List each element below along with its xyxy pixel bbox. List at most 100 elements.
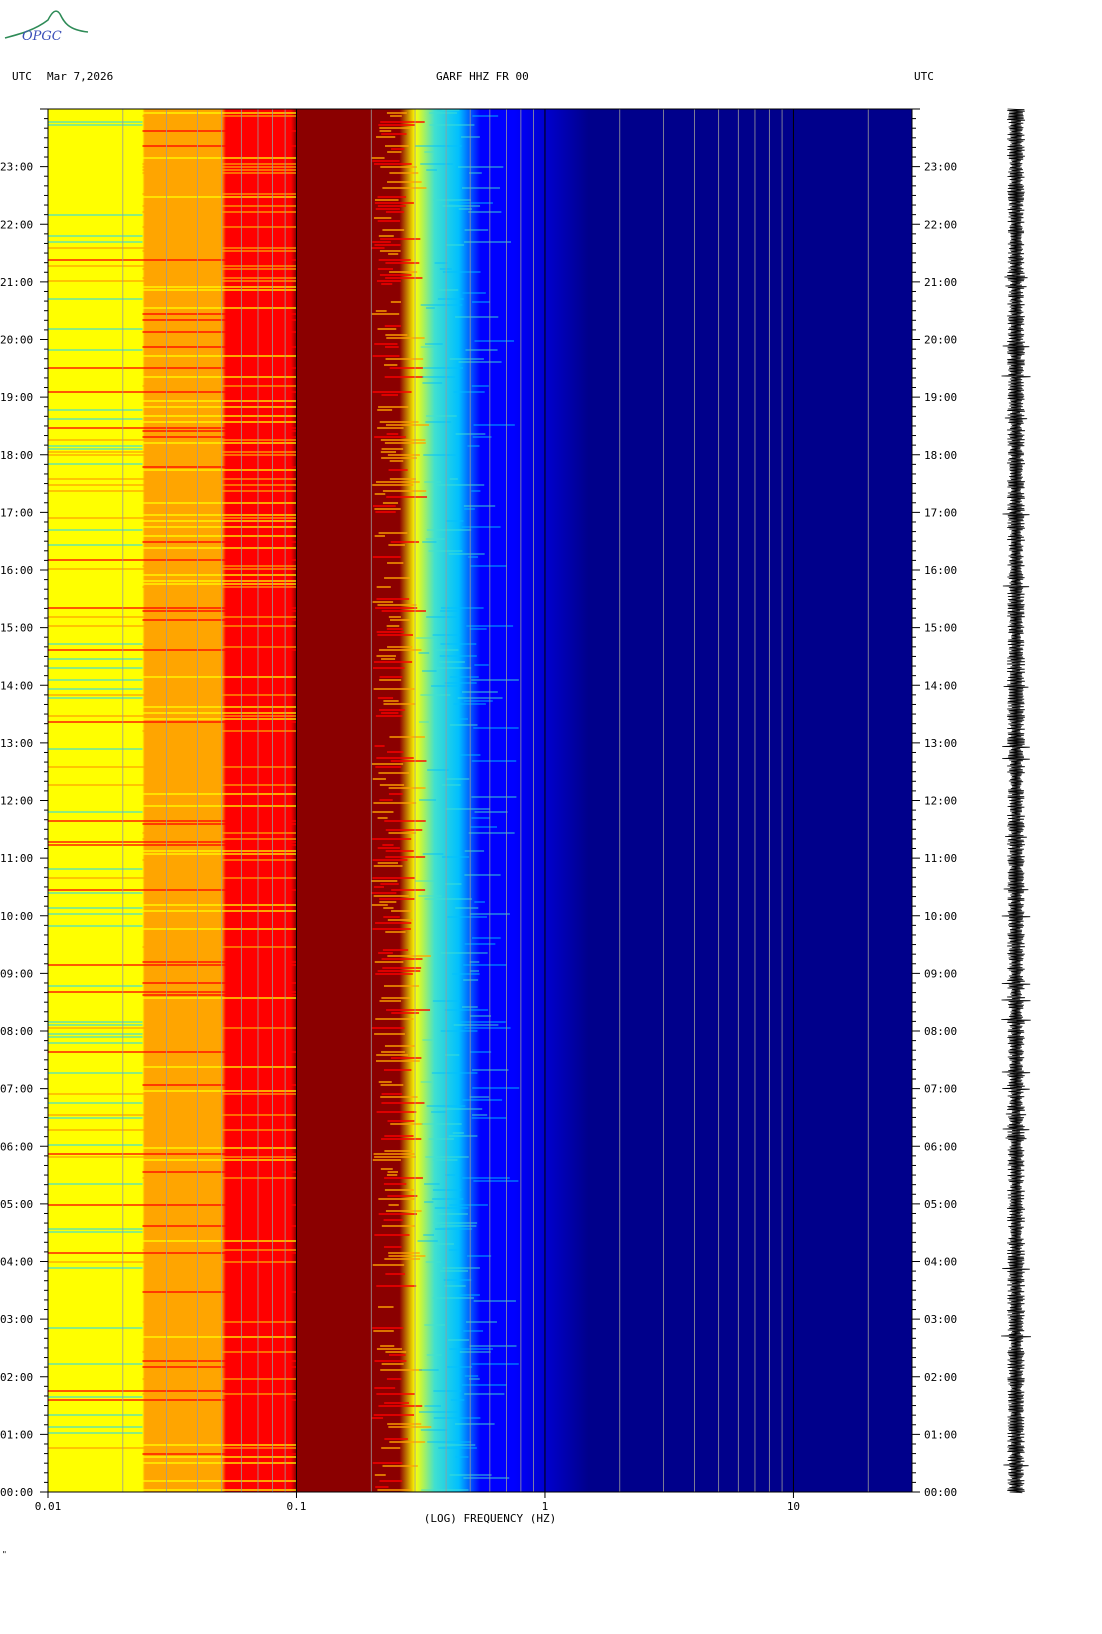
streak (376, 1054, 409, 1056)
streak (424, 151, 434, 153)
streak (48, 649, 297, 651)
streak (381, 1447, 401, 1449)
y-tick-label-left: 14:00 (0, 679, 33, 692)
streak (142, 718, 297, 720)
streak (48, 811, 143, 813)
streak (421, 1123, 462, 1125)
streak (48, 298, 143, 300)
streak (469, 961, 480, 963)
streak (142, 832, 297, 834)
streak (471, 796, 517, 798)
streak (381, 958, 423, 960)
streak (471, 1363, 519, 1365)
streak (142, 565, 297, 567)
streak (429, 112, 458, 114)
streak (48, 124, 143, 126)
streak (463, 1330, 484, 1332)
streak (449, 358, 484, 360)
streak (372, 778, 386, 780)
streak (388, 1426, 432, 1428)
streak (438, 661, 465, 663)
streak (142, 211, 297, 213)
y-tick-label-left: 07:00 (0, 1083, 33, 1096)
streak (470, 1015, 492, 1017)
streak (386, 496, 428, 498)
streak (385, 829, 423, 831)
streak (371, 1417, 384, 1419)
streak (432, 1297, 474, 1299)
streak (439, 655, 477, 657)
streak (48, 712, 297, 714)
streak (375, 208, 400, 210)
streak (376, 280, 401, 282)
corner-mark: " (2, 1550, 7, 1559)
streak (48, 1090, 297, 1092)
streak (48, 694, 297, 696)
streak (48, 925, 143, 927)
streak (418, 721, 429, 723)
y-tick-label-left: 02:00 (0, 1371, 33, 1384)
streak (441, 784, 461, 786)
streak (142, 1378, 297, 1380)
y-tick-label-left: 09:00 (0, 967, 33, 980)
streak (385, 346, 399, 348)
streak (48, 907, 143, 909)
streak (470, 565, 508, 567)
streak (384, 1402, 409, 1404)
streak (385, 211, 405, 213)
streak (470, 826, 498, 828)
streak (384, 1189, 414, 1191)
streak (374, 1234, 410, 1236)
streak (471, 1117, 507, 1119)
streak (444, 682, 477, 684)
streak (433, 199, 471, 201)
streak (385, 850, 414, 852)
streak (382, 949, 409, 951)
streak (372, 877, 415, 879)
streak (48, 820, 297, 822)
streak (420, 304, 463, 306)
y-tick-label-left: 15:00 (0, 622, 33, 635)
streak (378, 406, 409, 408)
streak (142, 1393, 297, 1395)
streak (474, 901, 485, 903)
streak (429, 124, 475, 126)
streak (48, 1042, 143, 1044)
streak (142, 1489, 297, 1491)
streak (142, 730, 297, 732)
streak (455, 1423, 495, 1425)
streak (438, 289, 459, 291)
streak (142, 535, 297, 537)
streak (48, 706, 297, 708)
streak (379, 676, 403, 678)
streak (142, 1225, 297, 1227)
streak (380, 238, 421, 240)
streak (384, 145, 409, 147)
streak (48, 391, 297, 393)
streak (379, 421, 419, 423)
streak (390, 760, 427, 762)
streak (373, 1414, 415, 1416)
streak (384, 376, 424, 378)
streak (375, 511, 396, 513)
streak (426, 169, 437, 171)
streak (375, 1486, 389, 1488)
streak (377, 205, 406, 207)
streak (379, 898, 415, 900)
streak (48, 928, 297, 930)
streak (142, 646, 297, 648)
streak (142, 946, 297, 948)
streak (389, 1441, 426, 1443)
streak (379, 274, 412, 276)
streak (437, 1444, 476, 1446)
y-tick-label-right: 12:00 (924, 795, 957, 808)
streak (142, 838, 297, 840)
streak (391, 148, 405, 150)
streak (372, 556, 401, 558)
streak (388, 1204, 399, 1206)
streak (48, 526, 297, 528)
streak (384, 1177, 423, 1179)
streak (391, 910, 412, 912)
streak (378, 952, 393, 954)
x-tick-label: 0.01 (35, 1500, 62, 1513)
